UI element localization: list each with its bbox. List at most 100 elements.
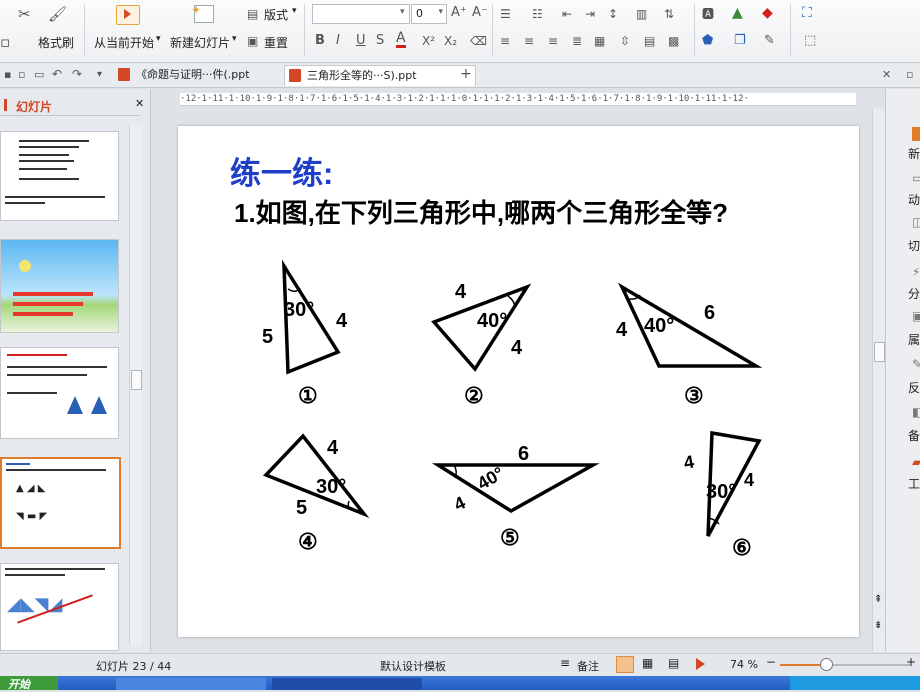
pin-icon[interactable]: ✕ (882, 67, 891, 83)
notes-icon[interactable]: ≡ (560, 656, 570, 670)
taskbar-item-1[interactable] (116, 678, 266, 690)
pane-animation[interactable]: 动 (908, 191, 920, 208)
scroll-up-icon[interactable]: ⇞ (874, 594, 882, 605)
align-center-icon[interactable]: ≡ (524, 33, 534, 49)
textbox-icon[interactable]: 🅰 (702, 6, 714, 22)
tab-document-2[interactable]: 三角形全等的···S).ppt (284, 65, 476, 86)
format-painter-button[interactable]: 格式刷 (38, 34, 74, 51)
zoom-out-icon[interactable]: − (766, 655, 776, 669)
animation-icon[interactable]: ▭ (912, 171, 920, 185)
outline-icon[interactable]: ✎ (764, 33, 775, 49)
open-icon[interactable]: ▫ (18, 67, 25, 83)
shadow-icon[interactable]: S (376, 33, 384, 49)
panel-scroll-thumb[interactable] (131, 370, 142, 390)
text-align-icon[interactable]: ▤ (644, 33, 655, 49)
close-icon[interactable]: ✕ (135, 97, 144, 110)
scroll-down-icon[interactable]: ⇟ (874, 620, 882, 631)
zoom-level[interactable]: 74 % (730, 658, 758, 671)
shapes-icon[interactable]: ⬟ (702, 33, 713, 49)
select-icon[interactable]: ⬚ (804, 33, 816, 49)
fill-color-icon[interactable]: ◆ (762, 5, 773, 21)
tab-menu-icon[interactable]: ▫ (906, 67, 913, 83)
line-spacing-icon[interactable]: ↕ (608, 6, 618, 22)
italic-icon[interactable]: I (336, 33, 340, 49)
columns-icon[interactable]: ▥ (636, 6, 647, 22)
slideshow-icon[interactable] (696, 658, 705, 670)
slide-scrollbar[interactable]: ⇞ ⇟ (872, 108, 885, 652)
redo-icon[interactable]: ↷ (72, 66, 82, 82)
font-shrink-icon[interactable]: A⁻ (472, 5, 488, 21)
pane-transition[interactable]: 切 (908, 237, 920, 254)
transition-icon[interactable]: ◫ (912, 215, 920, 229)
vertical-align-icon[interactable]: ⇳ (620, 33, 630, 49)
paste-icon[interactable]: ▫ (0, 34, 10, 50)
chevron-down-icon[interactable]: ▾ (97, 67, 102, 83)
distribute-icon[interactable]: ▦ (594, 33, 605, 49)
play-from-current-button[interactable]: 从当前开始 (94, 34, 154, 51)
template-name[interactable]: 默认设计模板 (380, 658, 446, 674)
reset-button[interactable]: 重置 (264, 34, 288, 51)
cut-icon[interactable]: ✂ (18, 6, 31, 22)
undo-icon[interactable]: ↶ (52, 66, 62, 82)
bold-icon[interactable]: B (315, 33, 325, 49)
chevron-down-icon[interactable]: ▾ (400, 7, 405, 17)
toolbox-icon[interactable]: ▰ (912, 455, 920, 469)
slide-thumbnail-21[interactable] (0, 131, 119, 221)
layout-button[interactable]: 版式 (264, 6, 288, 23)
split-icon[interactable]: ⚡ (912, 265, 920, 279)
pane-tools[interactable]: 工 (908, 475, 920, 492)
chevron-down-icon[interactable]: ▾ (232, 34, 237, 44)
reset-icon[interactable]: ▣ (247, 33, 258, 49)
tab-document-1[interactable]: 《命题与证明···件(.ppt (114, 65, 302, 85)
align-left-icon[interactable]: ≡ (500, 33, 510, 49)
add-tab-icon[interactable]: + (460, 66, 472, 82)
layout-icon[interactable]: ▤ (247, 6, 258, 22)
justify-icon[interactable]: ≣ (572, 33, 582, 49)
feedback-icon[interactable]: ✎ (912, 357, 920, 371)
new-doc-icon[interactable]: ▪ (4, 67, 11, 83)
slide-thumbnail-24[interactable]: ◢◣◥◢ (0, 563, 119, 651)
reading-view-icon[interactable]: ▤ (668, 656, 679, 670)
zoom-in-icon[interactable]: + (906, 655, 916, 669)
picture-icon[interactable]: ▲ (732, 5, 743, 21)
find-icon[interactable]: ⛶ (802, 5, 812, 21)
indent-increase-icon[interactable]: ⇥ (585, 6, 595, 22)
pane-backup[interactable]: 备 (908, 427, 920, 444)
notes-button[interactable]: 备注 (577, 658, 599, 674)
font-color-icon[interactable]: A (396, 31, 406, 48)
panel-scrollbar[interactable] (129, 125, 142, 645)
properties-icon[interactable]: ▣ (912, 309, 920, 323)
clear-format-icon[interactable]: ⌫ (470, 33, 487, 49)
indent-decrease-icon[interactable]: ⇤ (562, 6, 572, 22)
print-preview-icon[interactable]: ▭ (34, 67, 44, 83)
format-painter-icon[interactable]: 🖌 (48, 6, 67, 22)
new-slide-button[interactable]: 新建幻灯片 (170, 34, 230, 51)
slide-canvas[interactable]: 练一练: 1.如图,在下列三角形中,哪两个三角形全等? 30° 5 4 ① 4 … (178, 126, 859, 637)
pane-feedback[interactable]: 反 (908, 379, 920, 396)
pane-split[interactable]: 分 (908, 285, 920, 302)
font-grow-icon[interactable]: A⁺ (451, 5, 467, 21)
bullets-icon[interactable]: ☰ (500, 6, 511, 22)
superscript-icon[interactable]: X² (422, 33, 435, 49)
font-name-select[interactable] (312, 4, 410, 24)
zoom-slider-handle[interactable] (820, 658, 833, 671)
sorter-view-icon[interactable]: ▦ (642, 656, 653, 670)
subscript-icon[interactable]: X₂ (444, 33, 457, 49)
normal-view-icon[interactable] (616, 656, 634, 673)
slide-thumbnail-22[interactable] (0, 239, 119, 333)
pane-properties[interactable]: 属 (908, 331, 920, 348)
new-icon[interactable] (912, 127, 920, 141)
numbering-icon[interactable]: ☷ (532, 6, 543, 22)
backup-icon[interactable]: ◧ (912, 405, 920, 419)
chevron-down-icon[interactable]: ▾ (292, 6, 297, 16)
slide-scroll-thumb[interactable] (874, 342, 885, 362)
text-direction-icon[interactable]: ⇅ (664, 6, 674, 22)
chevron-down-icon[interactable]: ▾ (156, 34, 161, 44)
pane-new[interactable]: 新 (908, 145, 920, 162)
underline-icon[interactable]: U (356, 33, 366, 49)
slide-thumbnail-23-prev[interactable] (0, 347, 119, 439)
slide-thumbnail-current[interactable]: ▲ ◢ ◣ ◥ ▬ ◤ (0, 457, 121, 549)
font-size-select[interactable]: 0 ▾ (411, 4, 447, 24)
smartart-icon[interactable]: ▩ (668, 33, 679, 49)
arrange-icon[interactable]: ❐ (734, 33, 746, 49)
